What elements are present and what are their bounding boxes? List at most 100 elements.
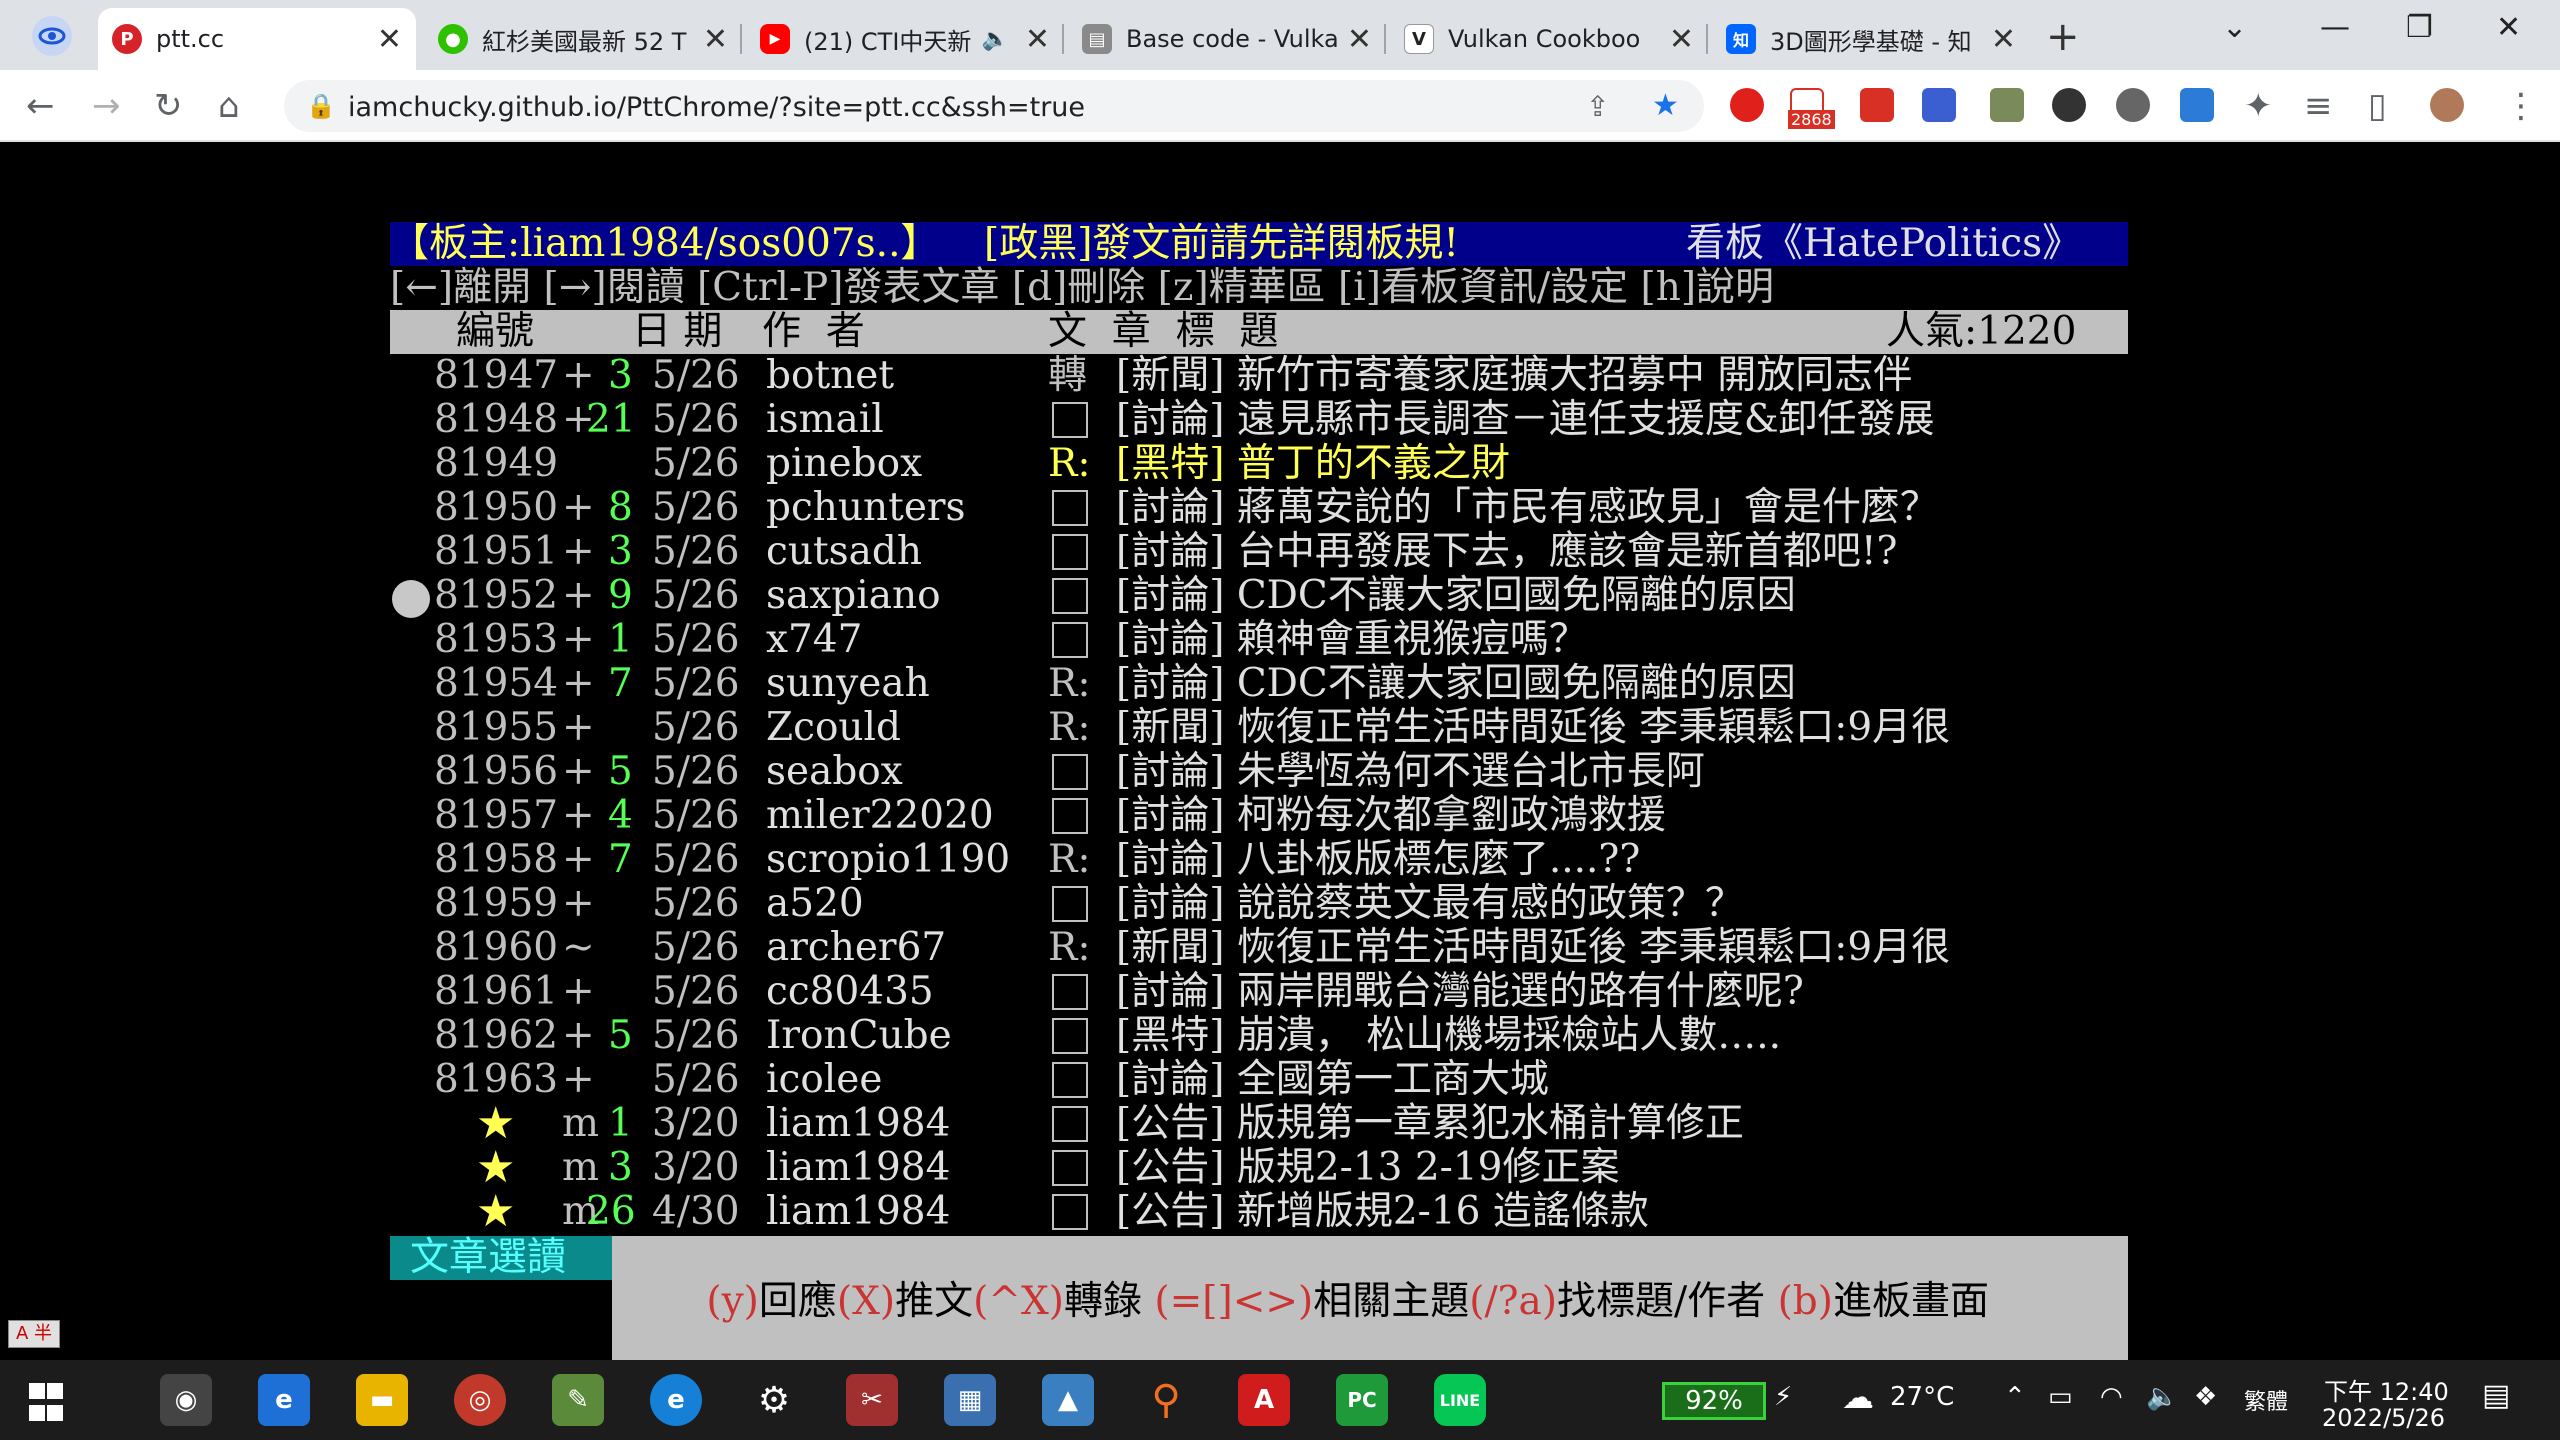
key-push[interactable]: (X)	[837, 1279, 895, 1324]
close-icon[interactable]: ✕	[1669, 22, 1694, 57]
key-board-entry[interactable]: (b)	[1778, 1279, 1833, 1324]
post-row[interactable]: 81956 +5 5/26 seabox [討論] 朱學恆為何不選台北市長阿	[390, 750, 2170, 794]
speaker-icon[interactable]: 🔈	[2146, 1382, 2178, 1412]
post-row[interactable]: 81953 +1 5/26 x747 [討論] 賴神會重視猴痘嗎？	[390, 618, 2170, 662]
back-arrow-icon[interactable]: ←	[26, 86, 55, 126]
pdf-reader-icon[interactable]: A	[1238, 1374, 1290, 1426]
url-text[interactable]: iamchucky.github.io/PttChrome/?site=ptt.…	[348, 92, 1085, 123]
reload-icon[interactable]: ↻	[154, 86, 183, 126]
battery-icon[interactable]: ▭	[2048, 1382, 2073, 1412]
bookmark-star-icon[interactable]: ★	[1652, 88, 1679, 123]
tab-wechat[interactable]: ● 紅杉美國最新 52 T ✕	[424, 8, 742, 70]
post-row[interactable]: 81962 +5 5/26 IronCube [黑特] 崩潰， 松山機場採檢站人數…..	[390, 1014, 2170, 1058]
puzzle-extensions-icon[interactable]: ✦	[2244, 86, 2273, 126]
settings-gear-icon[interactable]: ⚙	[748, 1374, 800, 1426]
key-forward[interactable]: (^X)	[973, 1279, 1064, 1324]
key-find[interactable]: (/?a)	[1469, 1279, 1557, 1324]
post-row[interactable]: ★ m 3 3/20 liam1984 [公告] 版規2-13 2-19修正案	[390, 1146, 2170, 1190]
notepad-app-icon[interactable]: ✎	[552, 1374, 604, 1426]
gmail-icon[interactable]: 2868	[1788, 88, 1835, 129]
post-row[interactable]: 81951 +3 5/26 cutsadh [討論] 台中再發展下去，應該會是新首都吧!…	[390, 530, 2170, 574]
post-mark: +	[562, 881, 595, 926]
chat-extension-icon[interactable]	[2116, 88, 2150, 122]
menu-kebab-icon[interactable]: ⋮	[2504, 86, 2538, 126]
tab-vulkan-cookbook[interactable]: V Vulkan Cookboo ✕	[1390, 8, 1708, 70]
avatar[interactable]	[2430, 88, 2464, 122]
wifi-icon[interactable]: ◠	[2100, 1382, 2123, 1412]
side-panel-icon[interactable]: ▯	[2368, 86, 2387, 126]
photos-app-icon[interactable]: ▲	[1042, 1374, 1094, 1426]
post-row[interactable]: 81963 +5/26 icolee [討論] 全國第一工商大城	[390, 1058, 2170, 1102]
edge-taskbar-icon[interactable]: e	[650, 1374, 702, 1426]
post-row[interactable]: 81952 +9 5/26 saxpiano [討論] CDC不讓大家回國免隔離的原因	[390, 574, 2170, 618]
clock-date[interactable]: 2022/5/26	[2322, 1404, 2445, 1432]
post-row[interactable]: 81950 +8 5/26 pchunters [討論] 蔣萬安說的「市民有感政見」會是…	[390, 486, 2170, 530]
close-icon[interactable]: ✕	[1025, 22, 1050, 57]
notification-icon[interactable]: ▤	[2482, 1378, 2510, 1413]
adblock-icon[interactable]	[1730, 88, 1764, 122]
ptt-terminal[interactable]: 【板主:liam1984/sos007s..】 [政黑]發文前請先詳閱板規! 看…	[390, 222, 2170, 1368]
post-number: 81950	[434, 485, 559, 530]
post-row[interactable]: ★ m 26 4/30 liam1984 [公告] 新增版規2-16 造謠條款	[390, 1190, 2170, 1234]
search-app-icon[interactable]: ⚲	[1140, 1374, 1192, 1426]
tab-list-chevron-icon[interactable]: ⌄	[2222, 10, 2247, 45]
language-indicator[interactable]: 繁體	[2244, 1384, 2288, 1416]
restore-button[interactable]: ❐	[2406, 10, 2433, 45]
translate-extension-icon[interactable]	[1990, 88, 2024, 122]
key-related[interactable]: (=[]<>)	[1154, 1279, 1313, 1324]
swirl-app-icon[interactable]: ◎	[454, 1374, 506, 1426]
post-row[interactable]: 81949 5/26 pinebox R: [黑特] 普丁的不義之財	[390, 442, 2170, 486]
spy-extension-icon[interactable]	[2052, 88, 2086, 122]
post-row[interactable]: 81948 +21 5/26 ismail [討論] 遠見縣市長調查－連任支援度&卸任發…	[390, 398, 2170, 442]
speaker-icon[interactable]: 🔈	[981, 27, 1008, 52]
dropbox-icon[interactable]: ❖	[2194, 1382, 2217, 1412]
post-date: 5/26	[652, 881, 740, 926]
clock-time[interactable]: 下午 12:40	[2324, 1372, 2449, 1407]
stylus-extension-icon[interactable]	[2180, 88, 2214, 122]
pycharm-icon[interactable]: PC	[1336, 1374, 1388, 1426]
post-row[interactable]: 81954 +7 5/26 sunyeah R: [討論] CDC不讓大家回國免隔離的原因	[390, 662, 2170, 706]
share-icon[interactable]: ⇪	[1586, 90, 1609, 123]
chevron-up-icon[interactable]: ⌃	[2004, 1382, 2026, 1412]
forward-arrow-icon[interactable]: →	[92, 86, 121, 126]
calculator-icon[interactable]: ▦	[944, 1374, 996, 1426]
new-tab-button[interactable]: +	[2046, 14, 2080, 60]
reading-list-icon[interactable]: ≡	[2304, 86, 2333, 126]
tab-search-button[interactable]	[32, 16, 72, 56]
tab-ptt[interactable]: P ptt.cc ✕	[98, 8, 416, 70]
windows-start-icon[interactable]	[28, 1382, 64, 1426]
tab-vulkan-base-code[interactable]: ▤ Base code - Vulka ✕	[1068, 8, 1386, 70]
tab-youtube[interactable]: ▶ (21) CTI中天新 🔈 ✕	[746, 8, 1064, 70]
ime-indicator[interactable]: A 半	[8, 1320, 60, 1348]
key-reply[interactable]: (y)	[706, 1279, 758, 1324]
close-icon[interactable]: ✕	[1991, 22, 2016, 57]
post-row[interactable]: 81955 +5/26 Zcould R: [新聞] 恢復正常生活時間延後 李秉穎鬆口:…	[390, 706, 2170, 750]
lock-icon[interactable]: 🔒	[306, 92, 336, 120]
close-icon[interactable]: ✕	[1347, 22, 1372, 57]
tab-zhihu[interactable]: 知 3D圖形學基礎 - 知 ✕	[1712, 8, 2030, 70]
home-icon[interactable]: ⌂	[218, 86, 240, 126]
line-app-icon[interactable]: LINE	[1434, 1374, 1486, 1426]
post-row[interactable]: 81961 +5/26 cc80435 [討論] 兩岸開戰台灣能選的路有什麼呢?	[390, 970, 2170, 1014]
close-window-button[interactable]: ✕	[2496, 10, 2521, 45]
close-icon[interactable]: ✕	[703, 22, 728, 57]
post-row[interactable]: 81958 +7 5/26 scropio1190 R: [討論] 八卦板版標怎麼了...…	[390, 838, 2170, 882]
post-row[interactable]: ★ m 1 3/20 liam1984 [公告] 版規第一章累犯水桶計算修正	[390, 1102, 2170, 1146]
post-row[interactable]: 81957 +4 5/26 miler22020 [討論] 柯粉每次都拿劉政鴻救援	[390, 794, 2170, 838]
address-bar[interactable]: 🔒 iamchucky.github.io/PttChrome/?site=pt…	[284, 80, 1704, 132]
battery-indicator[interactable]: 92%	[1662, 1382, 1766, 1420]
file-explorer-icon[interactable]: ▬	[356, 1374, 408, 1426]
minimize-button[interactable]: —	[2320, 10, 2350, 45]
snipping-tool-icon[interactable]: ✂	[846, 1374, 898, 1426]
post-row[interactable]: 81947 +3 5/26 botnet 轉 [新聞] 新竹市寄養家庭擴大招募中 開放同志…	[390, 354, 2170, 398]
ie-taskbar-icon[interactable]: e	[258, 1374, 310, 1426]
s-extension-icon[interactable]	[1860, 88, 1894, 122]
temperature[interactable]: 27°C	[1890, 1382, 1954, 1412]
post-row[interactable]: 81960 ~5/26 archer67 R: [新聞] 恢復正常生活時間延後 李秉穎鬆…	[390, 926, 2170, 970]
post-date: 5/26	[652, 969, 740, 1014]
folder-extension-icon[interactable]	[1922, 88, 1956, 122]
weather-cloud-icon[interactable]: ☁	[1842, 1378, 1874, 1416]
post-row[interactable]: 81959 +5/26 a520 [討論] 說說蔡英文最有感的政策？？	[390, 882, 2170, 926]
close-icon[interactable]: ✕	[377, 22, 402, 57]
chrome-taskbar-icon[interactable]: ◉	[160, 1374, 212, 1426]
